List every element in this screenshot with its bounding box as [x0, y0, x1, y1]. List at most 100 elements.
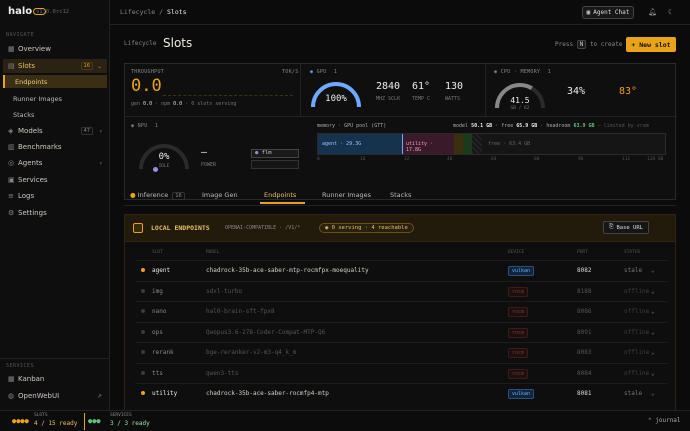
memory-tick: 96: [578, 157, 584, 162]
endpoints-icon: [133, 223, 143, 233]
sidebar-item-overview[interactable]: ▦ Overview: [3, 42, 107, 56]
npu-label: ◉ NPU 1: [131, 123, 159, 129]
sidebar-item-models[interactable]: ◈ Models 47 ›: [3, 124, 107, 138]
breadcrumb-current: Slots: [167, 8, 187, 16]
tab-runner-images[interactable]: Runner Images: [322, 191, 371, 199]
chevron-right-icon: ›: [99, 127, 102, 135]
npu-power-value: —: [201, 147, 208, 158]
create-hint: Press N to create: [555, 40, 623, 49]
base-url-button[interactable]: ⎘ Base URL: [603, 221, 649, 234]
breadcrumb: Lifecycle / Slots: [120, 8, 187, 16]
tab-endpoints[interactable]: Endpoints: [264, 191, 296, 199]
sidebar-item-kanban[interactable]: ▦ Kanban: [3, 372, 107, 386]
model-name: qwen3-tts: [206, 369, 239, 377]
moon-icon[interactable]: ☾: [668, 8, 672, 16]
sidebar-item-services[interactable]: ▣ Services: [3, 173, 107, 187]
table-row[interactable]: utility chadrock-35b-ace-saber-rocmfp4-mt…: [135, 383, 667, 403]
table-row[interactable]: nano hal0-brain-sft-fpx8 rocm 8086 offline ⌄: [135, 301, 667, 321]
memory-bar: agent · 29.3G utility · 17.8G free · 63.…: [317, 133, 666, 155]
cube-icon: ◈: [8, 127, 14, 135]
tab-image-gen[interactable]: Image Gen: [202, 191, 238, 199]
throughput-value: 0.0: [131, 76, 162, 96]
port: 8086: [577, 308, 592, 315]
memory-segment-other: [454, 134, 463, 154]
divider: [125, 116, 677, 117]
memory-segment-utility: utility · 17.8G: [403, 134, 454, 154]
active-tab-indicator: [260, 202, 305, 204]
status-text: stale: [624, 390, 643, 397]
npu-power-label: POWER: [201, 162, 217, 168]
sidebar-item-endpoints[interactable]: Endpoints: [3, 75, 107, 88]
shortcut-key: N: [576, 40, 587, 49]
sidebar-item-benchmarks[interactable]: ▥ Benchmarks: [3, 140, 107, 154]
memory-ticks: 0 16 32 48 64 80 96 112 128 GB: [317, 157, 666, 165]
status-text: offline: [624, 287, 650, 295]
breadcrumb-parent[interactable]: Lifecycle: [120, 8, 155, 16]
navigate-section-label: NAVIGATE: [6, 32, 35, 38]
slot-name: utility: [152, 390, 178, 397]
status-footer: ●●●● SLOTS 4 / 15 ready ●●● SERVICES 3 /…: [0, 410, 690, 431]
services-dots: ●●●: [88, 417, 101, 425]
kanban-icon: ▦: [8, 375, 15, 383]
memory-segment-agent: agent · 29.3G: [318, 134, 403, 154]
memory-segment-reserved: [472, 134, 482, 154]
header-model: MODEL: [206, 250, 220, 255]
chevron-down-icon[interactable]: ⌄: [651, 390, 655, 397]
npu-empty-bar: [251, 160, 299, 169]
sidebar-item-openwebui[interactable]: ◍ OpenWebUI ↗: [3, 389, 107, 403]
status-text: offline: [624, 308, 650, 315]
sidebar-item-runner-images[interactable]: Runner Images: [3, 92, 107, 105]
throughput-unit: TOK/S: [282, 69, 299, 75]
grid-icon: ▦: [8, 45, 15, 53]
status-dot: [141, 391, 145, 395]
memory-tick: 32: [404, 157, 410, 162]
sidebar-item-agents[interactable]: ◎ Agents ›: [3, 156, 107, 170]
chevron-down-icon[interactable]: ⌄: [651, 308, 655, 315]
journal-button[interactable]: ⌃ journal: [648, 417, 681, 424]
sidebar-item-logs[interactable]: ≡ Logs: [3, 189, 107, 203]
table-row[interactable]: img sdxl-turbo rocm 8188 offline ⌄: [135, 280, 667, 301]
copy-icon: ⎘: [609, 224, 614, 230]
footer-services-label: SERVICES: [110, 413, 132, 418]
table-row[interactable]: agent chadrock-35b-ace-saber-mtp-rocmfpx-…: [135, 260, 667, 280]
table-row[interactable]: rerank bge-reranker-v2-m3-q4_k_m rocm 8083 o…: [135, 342, 667, 362]
footer-slots-value: 4 / 15 ready: [34, 420, 78, 427]
model-name: bge-reranker-v2-m3-q4_k_m: [206, 349, 297, 356]
throughput-breakdown: gen 0.0 · npm 0.0 · 0 slots serving: [131, 101, 237, 107]
divider: [84, 413, 85, 430]
flm-dot: ●: [255, 150, 259, 156]
divider: [300, 64, 301, 116]
slot-name: ops: [152, 328, 163, 336]
sidebar-item-slots[interactable]: ▤ Slots 16 ⌄: [3, 59, 107, 73]
memory-tick: 112: [622, 157, 631, 162]
services-section-label: SERVICES: [6, 363, 35, 369]
chevron-down-icon[interactable]: ⌄: [651, 349, 655, 356]
table-row[interactable]: tts qwen3-tts rocm 8084 offline ⌄: [135, 362, 667, 383]
npu-percent: 0%: [158, 152, 170, 162]
status-dot: [141, 370, 145, 375]
sidebar-item-stacks[interactable]: Stacks: [3, 108, 107, 121]
table-row[interactable]: ops Qwopus3.6-27B-Coder-Compat-MTP-Q6 rocm…: [135, 321, 667, 342]
chevron-down-icon[interactable]: ⌄: [651, 288, 655, 295]
memory-label: memory · GPU pool (GTT): [317, 123, 387, 129]
new-slot-button[interactable]: + New slot: [626, 37, 676, 52]
table-header: SLOT MODEL DEVICE PORT STATUS: [135, 250, 667, 260]
status-dot: [141, 309, 145, 313]
endpoints-title: LOCAL ENDPOINTS: [151, 224, 210, 232]
cpu-memory-value: 41.5: [510, 96, 530, 105]
external-link-icon: ↗: [96, 392, 102, 400]
cpu-temp: 83°: [619, 86, 638, 97]
sidebar-item-settings[interactable]: ⚙ Settings: [3, 206, 107, 220]
tab-inference[interactable]: ● Inference 16: [130, 191, 185, 200]
status-dot: [141, 288, 145, 293]
model-name: hal0-brain-sft-fpx8: [206, 308, 275, 315]
main-content: Lifecycle Slots Press N to create + New …: [110, 25, 690, 414]
tab-stacks[interactable]: Stacks: [390, 191, 411, 199]
chevron-down-icon[interactable]: ⌄: [651, 329, 655, 336]
chevron-down-icon[interactable]: ⌄: [651, 370, 655, 377]
bell-icon[interactable]: 🔔︎: [648, 8, 657, 16]
model-name: Qwopus3.6-27B-Coder-Compat-MTP-Q6: [206, 328, 326, 336]
chevron-down-icon[interactable]: ⌄: [651, 267, 655, 274]
agent-chat-button[interactable]: ▣ Agent Chat: [582, 6, 634, 19]
endpoints-subtitle: OPENAI-COMPATIBLE · /V1/*: [225, 225, 301, 231]
